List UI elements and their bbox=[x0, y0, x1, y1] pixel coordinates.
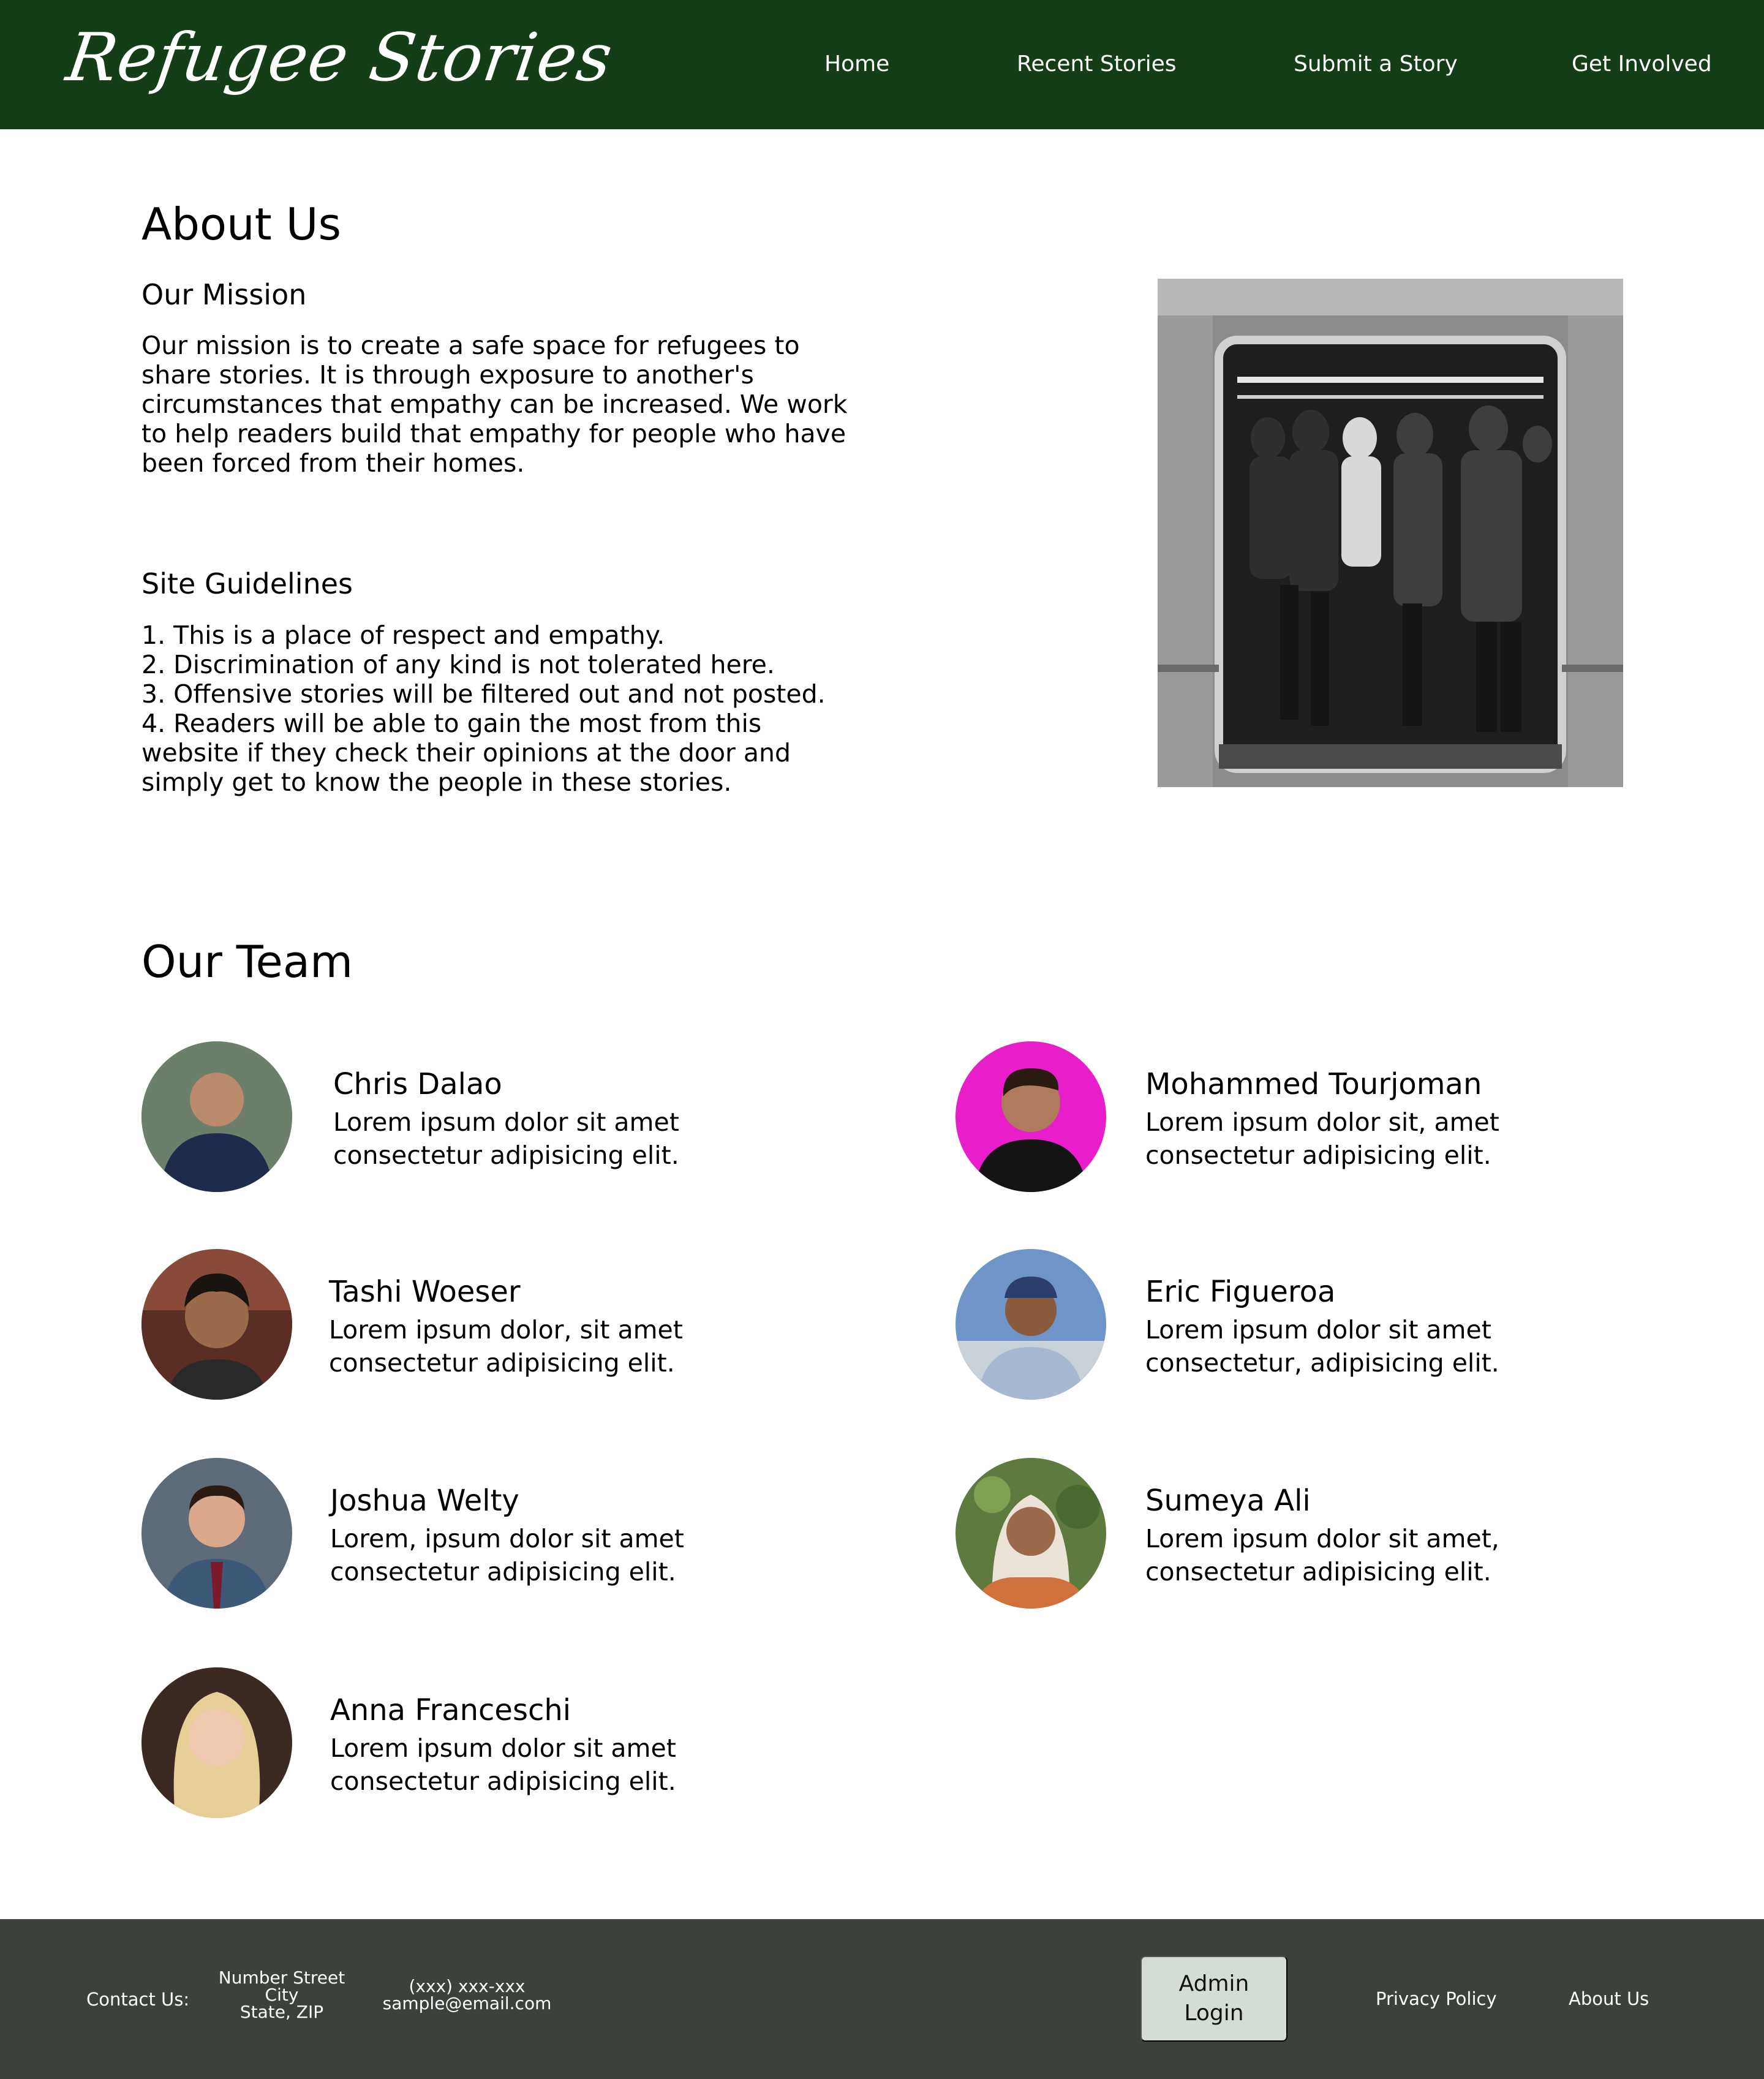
nav-recent-stories[interactable]: Recent Stories bbox=[1017, 49, 1177, 80]
admin-login-label-line2: Login bbox=[1184, 2001, 1244, 2026]
person-icon bbox=[141, 1667, 292, 1818]
admin-login-label-line1: Admin bbox=[1178, 1971, 1250, 1996]
contact-address: Number Street City State, ZIP bbox=[211, 1969, 352, 2021]
member-name: Tashi Woeser bbox=[329, 1275, 521, 1309]
member-name: Eric Figueroa bbox=[1145, 1275, 1336, 1309]
site-header: Refugee Stories Home Recent Stories Subm… bbox=[0, 0, 1764, 129]
guidelines-heading: Site Guidelines bbox=[141, 567, 353, 600]
team-member-card: Sumeya Ali Lorem ipsum dolor sit amet, c… bbox=[956, 1458, 1715, 1611]
guideline-item: 2. Discrimination of any kind is not tol… bbox=[141, 650, 775, 679]
mission-heading: Our Mission bbox=[141, 278, 307, 311]
contact-phone-email: (xxx) xxx-xxx sample@email.com bbox=[380, 1978, 554, 2012]
admin-login-button[interactable]: Admin Login bbox=[1140, 1956, 1287, 2042]
nav-get-involved[interactable]: Get Involved bbox=[1572, 49, 1712, 80]
team-member-card: Mohammed Tourjoman Lorem ipsum dolor sit… bbox=[956, 1041, 1715, 1194]
member-name: Anna Franceschi bbox=[330, 1693, 571, 1727]
contact-phone: (xxx) xxx-xxx bbox=[409, 1976, 526, 1996]
nav-submit-story[interactable]: Submit a Story bbox=[1294, 49, 1458, 80]
person-icon bbox=[956, 1041, 1106, 1192]
team-title: Our Team bbox=[141, 936, 353, 987]
member-avatar bbox=[141, 1458, 292, 1609]
member-avatar bbox=[956, 1041, 1106, 1192]
member-description: Lorem, ipsum dolor sit amet consectetur … bbox=[330, 1524, 684, 1587]
guideline-item: 4. Readers will be able to gain the most… bbox=[141, 709, 791, 797]
site-logo[interactable]: Refugee Stories bbox=[62, 18, 617, 98]
person-icon bbox=[141, 1249, 292, 1400]
team-member-card: Tashi Woeser Lorem ipsum dolor, sit amet… bbox=[141, 1249, 901, 1402]
address-city: City bbox=[265, 1985, 299, 2005]
address-state-zip: State, ZIP bbox=[239, 2002, 324, 2022]
member-avatar bbox=[141, 1249, 292, 1400]
guideline-item: 1. This is a place of respect and empath… bbox=[141, 621, 665, 650]
member-name: Sumeya Ali bbox=[1145, 1484, 1311, 1518]
person-icon bbox=[956, 1249, 1106, 1400]
guidelines-list: 1. This is a place of respect and empath… bbox=[141, 621, 864, 797]
member-name: Chris Dalao bbox=[333, 1067, 502, 1101]
nav-home[interactable]: Home bbox=[824, 49, 889, 80]
member-avatar bbox=[141, 1041, 292, 1192]
member-name: Mohammed Tourjoman bbox=[1145, 1067, 1482, 1101]
member-description: Lorem ipsum dolor sit amet consectetur, … bbox=[1145, 1315, 1499, 1378]
contact-label: Contact Us: bbox=[86, 1989, 190, 2010]
team-member-card: Anna Franceschi Lorem ipsum dolor sit am… bbox=[141, 1667, 901, 1821]
member-description: Lorem ipsum dolor sit, amet consectetur … bbox=[1145, 1107, 1499, 1170]
member-description: Lorem ipsum dolor sit amet consectetur a… bbox=[330, 1734, 676, 1796]
member-avatar bbox=[956, 1458, 1106, 1609]
member-avatar bbox=[956, 1249, 1106, 1400]
subway-photo-illustration bbox=[1158, 279, 1623, 787]
team-member-card: Joshua Welty Lorem, ipsum dolor sit amet… bbox=[141, 1458, 901, 1611]
member-description: Lorem ipsum dolor sit amet, consectetur … bbox=[1145, 1524, 1499, 1587]
subway-photo bbox=[1158, 279, 1623, 787]
site-footer: Contact Us: Number Street City State, ZI… bbox=[0, 1919, 1764, 2079]
member-description: Lorem ipsum dolor, sit amet consectetur … bbox=[329, 1315, 683, 1378]
member-name: Joshua Welty bbox=[330, 1484, 519, 1518]
member-description: Lorem ipsum dolor sit amet consectetur a… bbox=[333, 1107, 679, 1170]
team-member-card: Eric Figueroa Lorem ipsum dolor sit amet… bbox=[956, 1249, 1715, 1402]
guideline-item: 3. Offensive stories will be filtered ou… bbox=[141, 679, 826, 709]
address-street: Number Street bbox=[218, 1968, 345, 1988]
footer-about-us-link[interactable]: About Us bbox=[1569, 1987, 1649, 2011]
footer-privacy-policy-link[interactable]: Privacy Policy bbox=[1376, 1987, 1497, 2011]
team-member-card: Chris Dalao Lorem ipsum dolor sit amet c… bbox=[141, 1041, 901, 1194]
mission-text: Our mission is to create a safe space fo… bbox=[141, 331, 848, 478]
person-icon bbox=[956, 1458, 1106, 1609]
contact-email[interactable]: sample@email.com bbox=[380, 1995, 554, 2012]
about-title: About Us bbox=[141, 198, 341, 250]
person-icon bbox=[141, 1458, 292, 1609]
member-avatar bbox=[141, 1667, 292, 1818]
person-icon bbox=[141, 1041, 292, 1192]
